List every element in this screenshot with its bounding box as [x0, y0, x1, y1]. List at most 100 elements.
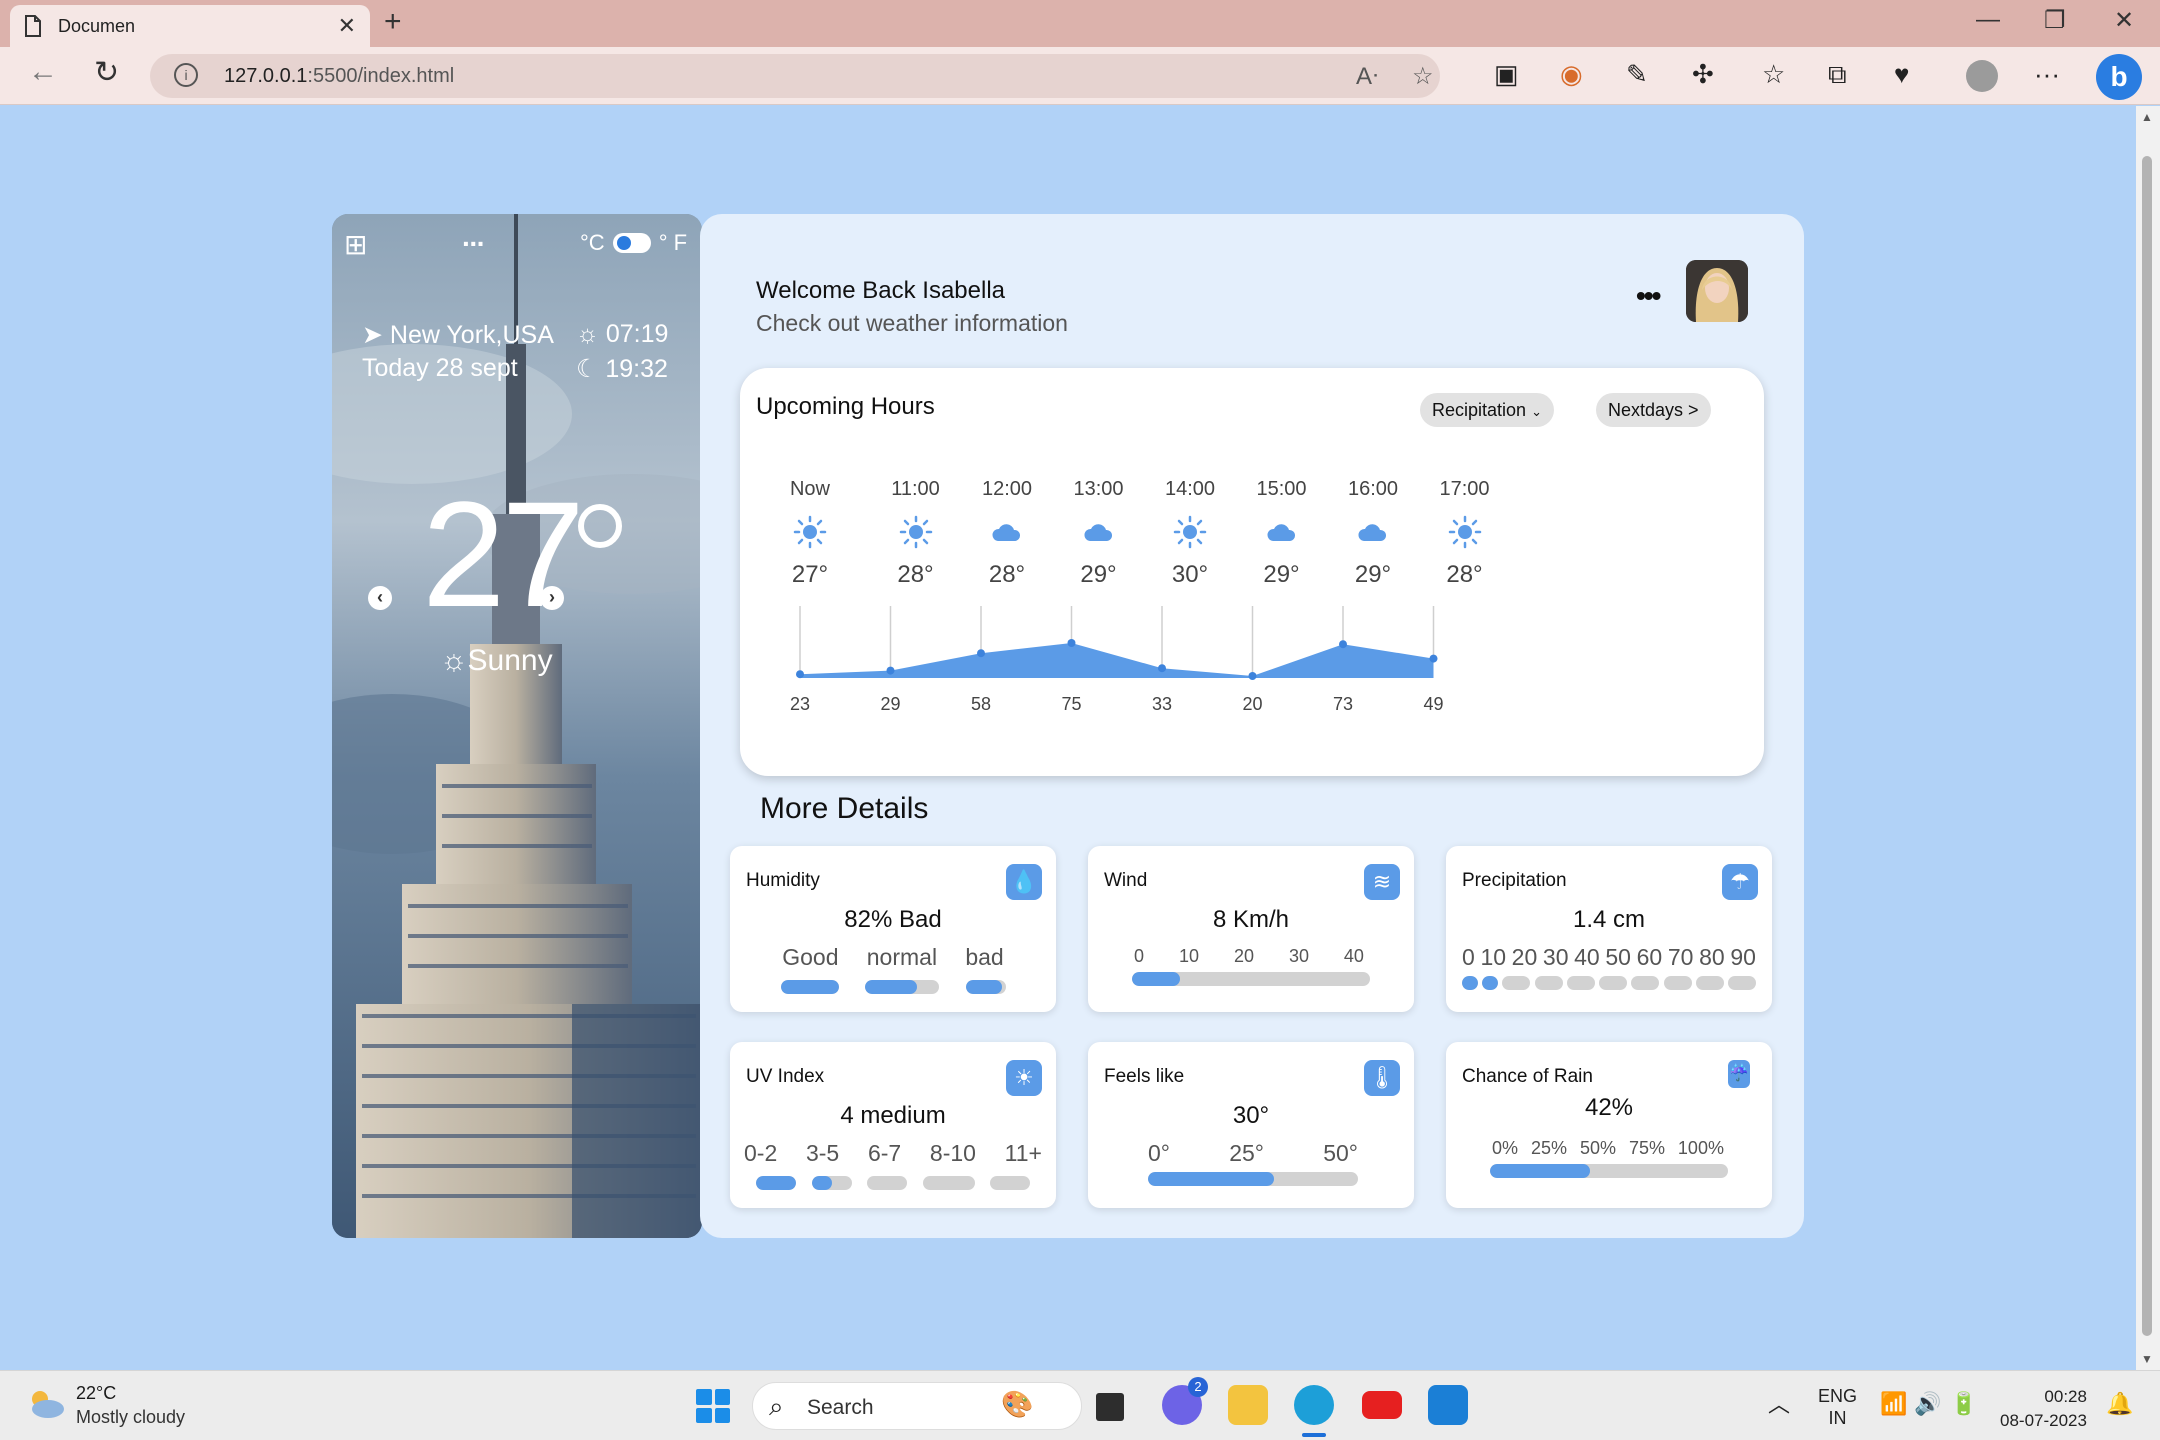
- file-explorer-icon[interactable]: [1228, 1385, 1268, 1425]
- show-hidden-icons-chevron-icon[interactable]: ︿: [1768, 1387, 1790, 1419]
- performance-icon[interactable]: ♥: [1894, 59, 1909, 90]
- task-view-icon[interactable]: [1096, 1393, 1124, 1421]
- sun-icon: [1140, 515, 1240, 549]
- extension-color-icon[interactable]: ◉: [1560, 59, 1583, 90]
- profile-avatar-icon[interactable]: [1966, 60, 1998, 92]
- sunset-value: 19:32: [605, 355, 668, 383]
- unit-toggle[interactable]: °C ° F: [580, 230, 687, 256]
- system-clock[interactable]: 00:28 08-07-2023: [2000, 1385, 2087, 1433]
- wifi-icon[interactable]: 📶: [1880, 1391, 1907, 1417]
- hour-temp: 28°: [1446, 561, 1483, 588]
- teams-chat-icon[interactable]: 2: [1162, 1377, 1208, 1425]
- eyedropper-icon[interactable]: ✎: [1626, 59, 1648, 90]
- humidity-level-bad: bad: [965, 944, 1004, 970]
- windows-start-icon[interactable]: [696, 1389, 730, 1423]
- more-details-title: More Details: [760, 792, 929, 825]
- humidity-bar-normal-fill: [865, 980, 917, 994]
- restore-icon[interactable]: ❐: [2044, 6, 2066, 35]
- precipitation-card: Precipitation ☂ 1.4 cm 0 10 20 30 40 50 60 70 80…: [1446, 846, 1772, 1012]
- tab-close-icon[interactable]: ✕: [338, 13, 356, 39]
- hour-column: 11:00 28°: [866, 478, 966, 589]
- new-tab-icon[interactable]: +: [384, 5, 402, 39]
- youtube-icon[interactable]: [1362, 1391, 1402, 1419]
- address-bar[interactable]: i 127.0.0.1:5500/index.html Aᐧ ☆: [150, 54, 1440, 98]
- wind-scale: 0 10 20 30 40: [1134, 946, 1364, 967]
- extensions-puzzle-icon[interactable]: ✣: [1692, 59, 1714, 90]
- edge-browser-icon[interactable]: [1294, 1385, 1334, 1425]
- feels-like-value: 30°: [1232, 1102, 1270, 1129]
- uv-bar-segment: [811, 1176, 852, 1190]
- unit-switch[interactable]: [612, 233, 651, 253]
- card-menu-icon[interactable]: ···: [462, 228, 486, 260]
- uv-level: 8-10: [929, 1140, 976, 1166]
- notifications-bell-icon[interactable]: 🔔: [2106, 1391, 2133, 1417]
- hour-column: 16:00 29°: [1323, 478, 1423, 589]
- favorites-icon[interactable]: ☆: [1762, 59, 1785, 90]
- taskbar-weather-condition[interactable]: Mostly cloudy: [76, 1407, 185, 1428]
- uv-bar-segment: [990, 1176, 1030, 1190]
- precipitation-tick: 90: [1730, 944, 1756, 970]
- taskbar-weather-temp[interactable]: 22°C: [76, 1383, 116, 1404]
- welcome-title: Welcome Back Isabella: [756, 277, 1005, 304]
- chart-value-label: 20: [1242, 694, 1262, 714]
- chart-area: [800, 643, 1434, 678]
- browser-tab[interactable]: Documen ✕: [10, 5, 370, 47]
- vscode-icon[interactable]: [1428, 1385, 1468, 1425]
- refresh-icon[interactable]: ↻: [94, 55, 119, 90]
- next-days-button[interactable]: Nextdays >: [1596, 393, 1711, 427]
- precipitation-bar-segment: [1462, 976, 1478, 990]
- extension-r-icon[interactable]: ▣: [1494, 59, 1519, 90]
- bing-copilot-icon[interactable]: b: [2096, 54, 2142, 100]
- favorite-star-icon[interactable]: ☆: [1412, 62, 1434, 91]
- precipitation-tick: 60: [1636, 944, 1663, 970]
- add-location-icon[interactable]: ⊞: [344, 228, 367, 261]
- chart-value-label: 29: [880, 694, 900, 714]
- cloud-icon: [957, 515, 1057, 549]
- scroll-up-icon[interactable]: ▲: [2141, 110, 2153, 124]
- hour-temp: 29°: [1080, 561, 1117, 588]
- degree-symbol: [578, 504, 622, 548]
- chart-point: [1067, 639, 1076, 647]
- url-path: :5500/index.html: [307, 65, 455, 87]
- back-icon[interactable]: ←: [28, 55, 58, 89]
- uv-segment-fill: [811, 1176, 832, 1190]
- chart-value-label: 23: [790, 694, 810, 714]
- rain-tick: 25%: [1530, 1138, 1567, 1158]
- precipitation-bar-segment: [1695, 976, 1724, 990]
- wind-value: 8 Km/h: [1212, 906, 1290, 933]
- next-city-chevron-icon[interactable]: ›: [540, 586, 564, 610]
- page-scrollbar[interactable]: ▲ ▼: [2136, 106, 2160, 1370]
- volume-icon[interactable]: 🔊: [1914, 1391, 1941, 1417]
- chart-point: [886, 666, 895, 675]
- chart-point: [1429, 654, 1438, 663]
- prev-city-chevron-icon[interactable]: ‹: [368, 586, 392, 610]
- uv-value: 4 medium: [840, 1102, 946, 1129]
- collections-icon[interactable]: ⧉: [1828, 59, 1847, 91]
- scroll-down-icon[interactable]: ▼: [2141, 1352, 2153, 1366]
- precipitation-filter-dropdown[interactable]: Recipitation ⌄: [1420, 393, 1554, 427]
- language-indicator[interactable]: ENG IN: [1818, 1385, 1857, 1429]
- more-menu-icon[interactable]: ···: [2034, 59, 2060, 90]
- site-info-icon[interactable]: i: [174, 63, 198, 87]
- close-window-icon[interactable]: ✕: [2114, 6, 2134, 35]
- rain-tick: 100%: [1677, 1138, 1724, 1158]
- feels-like-scale: 0° 25° 50°: [1148, 1140, 1358, 1167]
- scrollbar-thumb[interactable]: [2142, 156, 2152, 1336]
- search-placeholder: Search: [807, 1396, 874, 1419]
- user-avatar[interactable]: [1686, 260, 1748, 322]
- options-menu-icon[interactable]: •••: [1636, 280, 1661, 312]
- minimize-icon[interactable]: —: [1976, 6, 2000, 34]
- wind-tick: 30: [1288, 946, 1309, 966]
- cloud-sun-icon[interactable]: [26, 1387, 66, 1421]
- document-icon: [25, 15, 41, 37]
- welcome-subtitle: Check out weather information: [756, 310, 1068, 336]
- battery-icon[interactable]: 🔋: [1950, 1391, 1977, 1417]
- hourly-area-chart: 23 29 58 75 33 20 73 49: [790, 606, 1444, 714]
- precipitation-bar-segment: [1599, 976, 1628, 990]
- hour-time: 12:00: [981, 478, 1033, 500]
- current-date: Today 28 sept: [362, 354, 518, 382]
- feels-tick: 0°: [1148, 1140, 1170, 1166]
- read-aloud-icon[interactable]: Aᐧ: [1356, 62, 1378, 91]
- taskbar-search[interactable]: ⌕ Search 🎨: [752, 1382, 1082, 1430]
- rain-tick: 75%: [1628, 1138, 1665, 1158]
